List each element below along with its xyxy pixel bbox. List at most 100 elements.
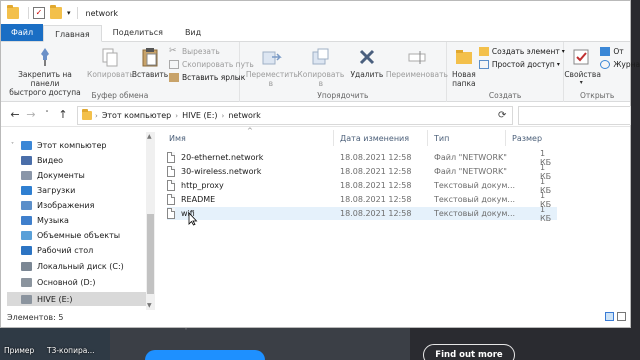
rename-button[interactable]: Переименовать (386, 46, 448, 79)
nav-item-video[interactable]: Видео (7, 153, 155, 167)
file-date: 18.08.2021 12:58 (340, 167, 412, 176)
explorer-window: ✓ ▾ network Файл Главная Поделиться Вид … (0, 0, 640, 328)
properties-label: Свойства (564, 70, 601, 79)
nav-item-downloads[interactable]: Загрузки (7, 183, 155, 197)
nav-item-label: Рабочий стол (37, 245, 94, 255)
nav-item-this-pc[interactable]: ˅ Этот компьютер (7, 138, 155, 152)
copy-icon (102, 48, 118, 67)
nav-item-label: Документы (37, 170, 85, 180)
history-button[interactable]: Журна (600, 60, 640, 69)
file-type: Файл "NETWORK" (434, 167, 507, 176)
nav-item-3d-objects[interactable]: Объемные объекты (7, 228, 155, 242)
text-file-icon (167, 180, 175, 191)
scroll-up-icon[interactable]: ▲ (147, 133, 152, 140)
expand-caret-icon[interactable]: ˅ (11, 142, 19, 149)
tab-view[interactable]: Вид (174, 24, 212, 41)
table-row[interactable]: wifi 18.08.2021 12:58 Текстовый докум...… (167, 204, 557, 223)
column-divider[interactable] (427, 130, 428, 146)
recent-locations-icon[interactable]: ˅ (39, 110, 55, 118)
file-date: 18.08.2021 12:58 (340, 209, 412, 218)
desktop-blue-button[interactable] (145, 350, 265, 360)
open-item-button[interactable]: От (600, 47, 624, 56)
nav-item-label: Объемные объекты (37, 230, 121, 240)
refresh-icon[interactable]: ⟳ (498, 110, 506, 121)
new-item-label: Создать элемент (491, 47, 560, 56)
find-out-more-button[interactable]: Find out more (423, 344, 515, 360)
scroll-down-icon[interactable]: ▼ (147, 302, 152, 309)
nav-item-main-d[interactable]: Основной (D:) (7, 275, 155, 289)
desktop-icon-t3[interactable]: Т3-копира... (47, 346, 94, 355)
tab-home[interactable]: Главная (43, 25, 102, 42)
breadcrumb-network[interactable]: network (228, 111, 261, 120)
forward-arrow-icon[interactable]: → (23, 108, 39, 121)
nav-item-local-disk-c[interactable]: Локальный диск (C:) (7, 259, 155, 273)
file-size: 1 КБ (540, 204, 552, 223)
file-type: Текстовый докум... (434, 181, 516, 190)
nav-item-label: Основной (D:) (37, 277, 96, 287)
copy-path-icon (169, 60, 179, 69)
column-divider[interactable] (333, 130, 334, 146)
quick-access-dropdown-icon[interactable]: ▾ (67, 9, 71, 17)
search-input[interactable] (518, 106, 631, 125)
table-row[interactable]: README 18.08.2021 12:58 Текстовый докум.… (167, 191, 557, 209)
properties-icon (573, 49, 589, 65)
clipboard-group: Закрепить на панели быстрого доступа Коп… (1, 42, 254, 102)
table-row[interactable]: http_proxy 18.08.2021 12:58 Текстовый до… (167, 177, 557, 195)
paste-shortcut-label: Вставить ярлык (182, 73, 246, 82)
mouse-cursor-icon (188, 212, 198, 226)
copy-to-button[interactable]: Копировать в (296, 46, 346, 88)
details-view-icon[interactable] (605, 312, 614, 321)
properties-button[interactable]: Свойства ▾ (564, 46, 601, 86)
path-separator-icon[interactable]: › (222, 112, 225, 120)
new-item-icon (478, 47, 489, 56)
breadcrumb-hive[interactable]: HIVE (E:) (182, 111, 217, 120)
nav-item-desktop[interactable]: Рабочий стол (7, 243, 155, 257)
back-arrow-icon[interactable]: ← (7, 108, 23, 121)
column-header-type[interactable]: Тип (434, 130, 449, 146)
nav-item-documents[interactable]: Документы (7, 168, 155, 182)
address-path[interactable]: › Этот компьютер › HIVE (E:) › network (77, 106, 513, 125)
path-separator-icon[interactable]: › (175, 112, 178, 120)
new-folder-label-line2: папка (452, 79, 476, 88)
text-file-icon (167, 194, 175, 205)
column-header-size[interactable]: Размер (512, 130, 542, 146)
cut-button[interactable]: ✂ Вырезать (169, 47, 220, 57)
paste-shortcut-button[interactable]: Вставить ярлык (169, 73, 245, 82)
paste-label: Вставить (131, 70, 169, 79)
up-arrow-icon[interactable]: ↑ (55, 108, 71, 121)
tab-file[interactable]: Файл (1, 24, 44, 41)
path-separator-icon[interactable]: › (95, 112, 98, 120)
rename-label: Переименовать (385, 70, 448, 79)
3d-objects-icon (21, 230, 32, 240)
nav-item-label: Этот компьютер (37, 140, 107, 150)
breadcrumb-this-pc[interactable]: Этот компьютер (102, 111, 171, 120)
navigation-pane: ˅ Этот компьютер Видео Документы Загрузк… (7, 132, 155, 310)
move-to-label-line1: Переместить (245, 70, 298, 79)
desktop-icon-primer[interactable]: Пример (4, 346, 34, 355)
move-to-button[interactable]: Переместить в (245, 46, 298, 88)
new-folder-quick-icon[interactable] (50, 5, 62, 19)
nav-item-hive-e[interactable]: HIVE (E:) (7, 292, 155, 306)
new-folder-button[interactable]: Новая папка (449, 46, 479, 88)
nav-item-pictures[interactable]: Изображения (7, 198, 155, 212)
nav-item-label: Изображения (37, 200, 95, 210)
table-row[interactable]: 30-wireless.network 18.08.2021 12:58 Фай… (167, 163, 557, 181)
properties-quick-icon[interactable]: ✓ (33, 7, 45, 19)
column-header-name[interactable]: Имя (169, 130, 186, 146)
column-divider[interactable] (505, 130, 506, 146)
new-item-button[interactable]: Создать элемент ▾ (478, 47, 565, 56)
large-icons-view-icon[interactable] (617, 312, 626, 321)
column-header-date[interactable]: Дата изменения (340, 130, 409, 146)
nav-scrollbar[interactable]: ▲ ▼ (146, 132, 155, 310)
scroll-thumb[interactable] (147, 214, 154, 294)
table-row[interactable]: 20-ethernet.network 18.08.2021 12:58 Фай… (167, 149, 557, 167)
easy-access-button[interactable]: Простой доступ ▾ (478, 60, 560, 69)
nav-item-music[interactable]: Музыка (7, 213, 155, 227)
file-name: http_proxy (181, 181, 224, 190)
delete-button[interactable]: Удалить (348, 46, 386, 79)
paste-button[interactable]: Вставить (131, 46, 169, 79)
copy-button[interactable]: Копировать (87, 46, 134, 79)
tab-share[interactable]: Поделиться (102, 24, 174, 41)
pin-quick-access-button[interactable]: Закрепить на панели быстрого доступа (3, 46, 87, 97)
file-date: 18.08.2021 12:58 (340, 195, 412, 204)
